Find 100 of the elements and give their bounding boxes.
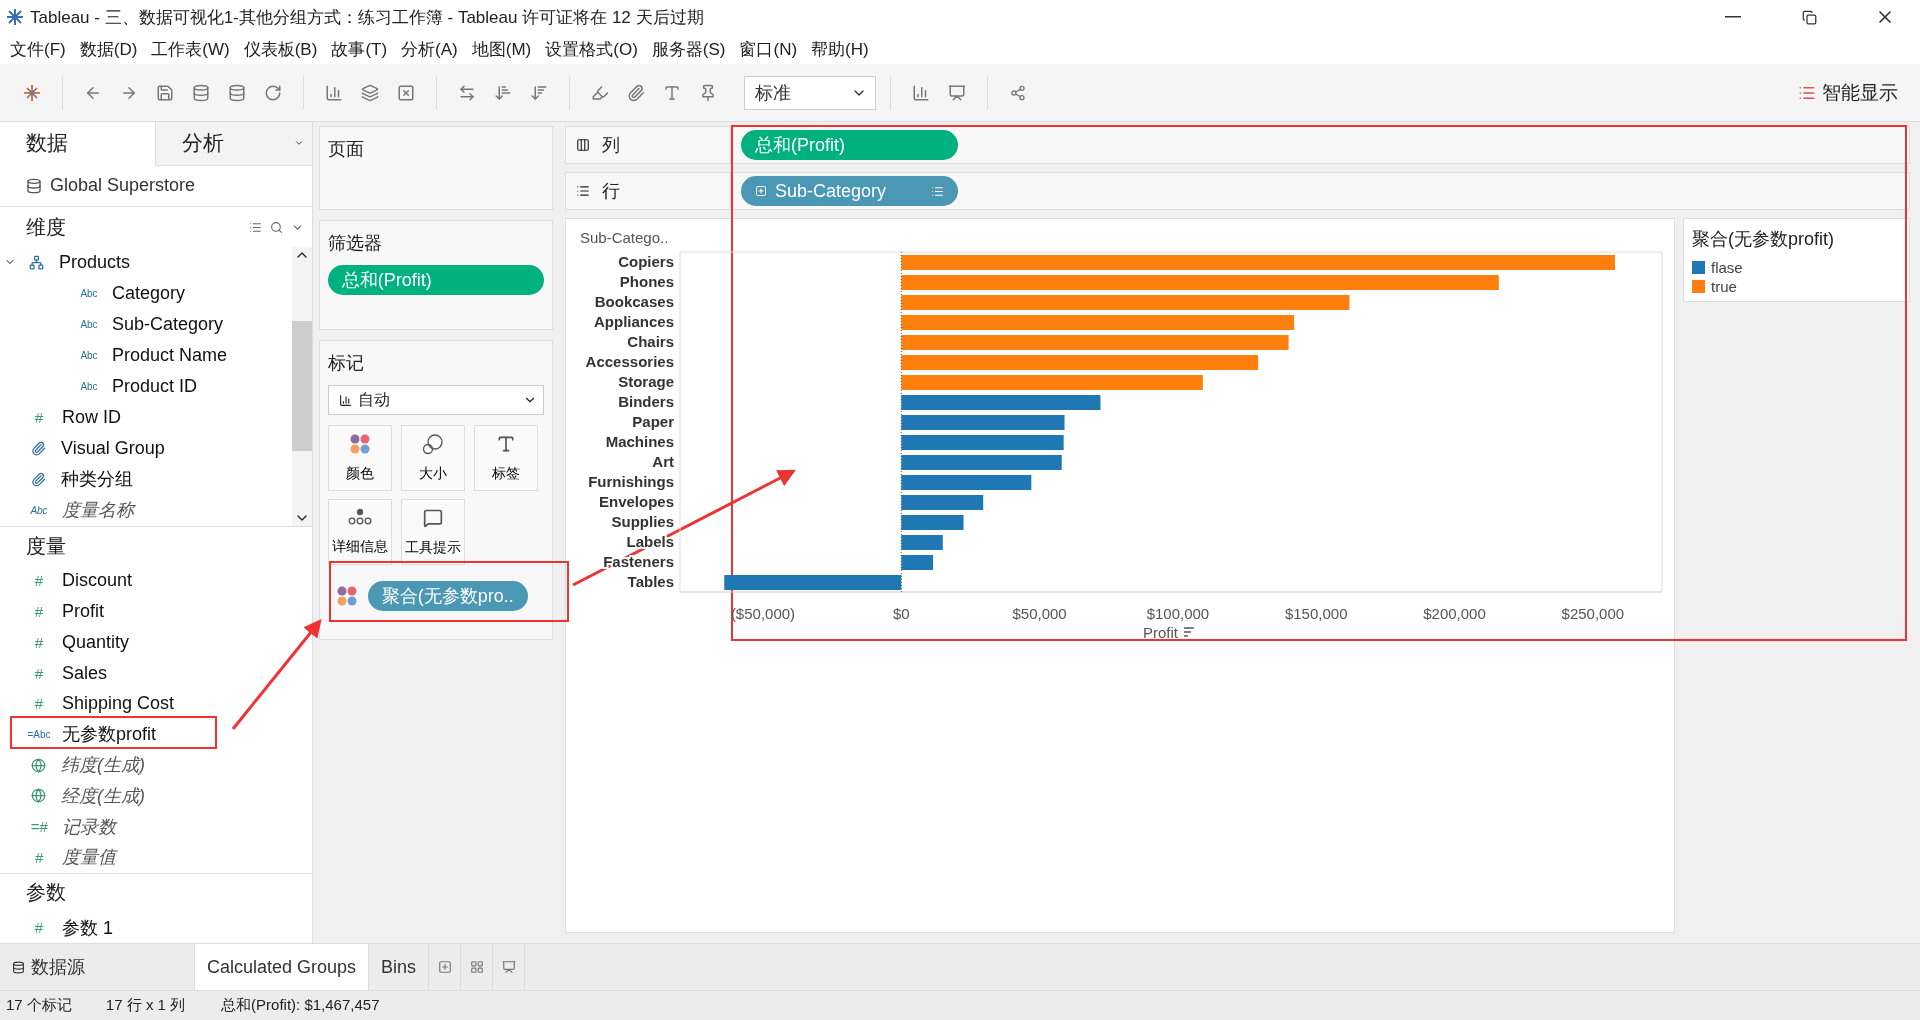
data-type-icon: # (26, 695, 52, 713)
axis-title: Profit (1142, 624, 1178, 641)
field-item[interactable]: Product Name (112, 344, 228, 366)
data-type-icon: Abc (76, 349, 102, 361)
field-item[interactable]: Visual Group (61, 437, 165, 459)
globe-icon (31, 757, 46, 773)
legend-label: flase (1711, 259, 1743, 276)
field-item[interactable]: 参数 1 (62, 915, 113, 940)
mark-property-button[interactable]: 标签 (473, 425, 538, 491)
category-label: Binders (618, 393, 674, 410)
shelf-label: 列 (602, 134, 620, 157)
section-title: 度量 (26, 533, 66, 559)
sort-icon[interactable] (1183, 627, 1195, 637)
data-type-icon: Abc (76, 380, 102, 392)
menu-item[interactable]: 仪表板(B) (237, 37, 324, 61)
scroll-thumb[interactable] (291, 321, 312, 452)
card-title: 筛选器 (327, 232, 383, 255)
field-item[interactable]: 纬度(生成) (61, 753, 145, 778)
axis-tick-label: $50,000 (1012, 605, 1067, 622)
field-item[interactable]: Products (59, 251, 131, 273)
category-label: Furnishings (588, 473, 674, 490)
restore-icon (1801, 9, 1817, 25)
field-item[interactable]: Sub-Category (112, 313, 224, 335)
mark-type-dropdown[interactable]: 自动 (327, 385, 544, 415)
mark-property-button[interactable]: 详细信息 (327, 499, 392, 565)
grid-icon (469, 960, 484, 974)
category-label: Tables (627, 573, 674, 590)
scrollbar[interactable] (291, 246, 312, 526)
section-title: 维度 (26, 214, 66, 240)
category-label: Machines (605, 433, 674, 450)
mark-property-button[interactable]: 工具提示 (400, 499, 465, 565)
menu-item[interactable]: 数据(D) (73, 37, 144, 61)
menu-item[interactable]: 工作表(W) (145, 37, 236, 61)
data-type-icon: # (26, 408, 52, 426)
field-item[interactable]: Product ID (112, 375, 198, 397)
database-icon (12, 960, 25, 974)
globe-icon (31, 788, 46, 804)
field-item[interactable]: 度量名称 (62, 498, 134, 523)
field-item[interactable]: Discount (62, 570, 133, 592)
sort-icon[interactable] (931, 184, 944, 198)
category-label: Art (652, 453, 674, 470)
data-type-icon: Abc (26, 504, 52, 516)
legend-label: true (1711, 278, 1737, 295)
plus-square-icon (437, 960, 452, 974)
field-item[interactable]: 无参数profit (62, 722, 157, 747)
data-type-icon: # (26, 919, 52, 937)
datasource-name[interactable]: Global Superstore (50, 175, 196, 197)
field-item[interactable]: 度量值 (62, 845, 116, 870)
field-item[interactable]: 种类分组 (61, 467, 133, 492)
axis-tick-label: $200,000 (1423, 605, 1486, 622)
menu-item[interactable]: 文件(F) (4, 37, 72, 61)
menu-item[interactable]: 分析(A) (395, 37, 464, 61)
field-item[interactable]: 记录数 (62, 814, 116, 839)
show-me-button[interactable]: 智能显示 (1792, 78, 1904, 107)
row-header: Sub-Catego.. (580, 229, 669, 246)
list-view-icon[interactable] (248, 220, 262, 234)
data-type-icon: Abc (76, 318, 102, 330)
status-text: 总和(Profit): $1,467,457 (220, 996, 380, 1015)
detail-dots-icon (347, 508, 372, 526)
mark-property-button[interactable]: 颜色 (327, 425, 392, 491)
card-title: 标记 (327, 352, 365, 375)
section-title: 参数 (26, 880, 66, 906)
field-item[interactable]: Category (112, 282, 186, 304)
menu-item[interactable]: 设置格式(O) (539, 37, 644, 61)
menu-item[interactable]: 地图(M) (465, 37, 538, 61)
datasource-icon (26, 177, 42, 194)
menu-item[interactable]: 窗口(N) (733, 37, 804, 61)
field-item[interactable]: Sales (62, 662, 108, 684)
status-text: 17 个标记 (5, 996, 72, 1015)
expand-icon[interactable] (755, 185, 767, 197)
axis-tick-label: $100,000 (1146, 605, 1210, 622)
presentation-icon (501, 960, 516, 974)
field-item[interactable]: 经度(生成) (61, 783, 145, 808)
status-text: 17 行 x 1 列 (104, 996, 186, 1015)
menu-item[interactable]: 故事(T) (325, 37, 394, 61)
view-size-dropdown[interactable]: 标准 (744, 75, 876, 110)
data-type-icon: =# (26, 818, 52, 836)
field-item[interactable]: Row ID (62, 406, 121, 428)
sheet-tab[interactable]: Calculated Groups (195, 944, 370, 990)
menu-item[interactable]: 服务器(S) (645, 37, 732, 61)
color-dots-icon (348, 433, 371, 455)
mark-property-button[interactable]: 大小 (400, 425, 465, 491)
side-tab[interactable]: 分析 (155, 122, 312, 166)
profit-bar (901, 535, 943, 550)
category-label: Copiers (618, 253, 674, 270)
data-type-icon: Abc (76, 287, 102, 299)
field-item[interactable]: Profit (62, 601, 104, 623)
card-title: 页面 (327, 138, 365, 161)
category-label: Storage (618, 373, 674, 390)
axis-tick-label: $150,000 (1284, 605, 1348, 622)
window-title: Tableau - 三、数据可视化1-其他分组方式：练习工作簿 - Tableau 许可证将在 12 天后过期 (30, 6, 705, 29)
category-label: Accessories (585, 353, 674, 370)
field-item[interactable]: Quantity (62, 631, 130, 653)
search-icon[interactable] (269, 220, 283, 234)
field-item[interactable]: Shipping Cost (62, 693, 175, 715)
menu-item[interactable]: 帮助(H) (805, 37, 875, 61)
category-label: Bookcases (594, 293, 674, 310)
profit-bar (901, 515, 964, 530)
shelf-label: 行 (602, 180, 620, 203)
rows-icon (576, 184, 590, 198)
